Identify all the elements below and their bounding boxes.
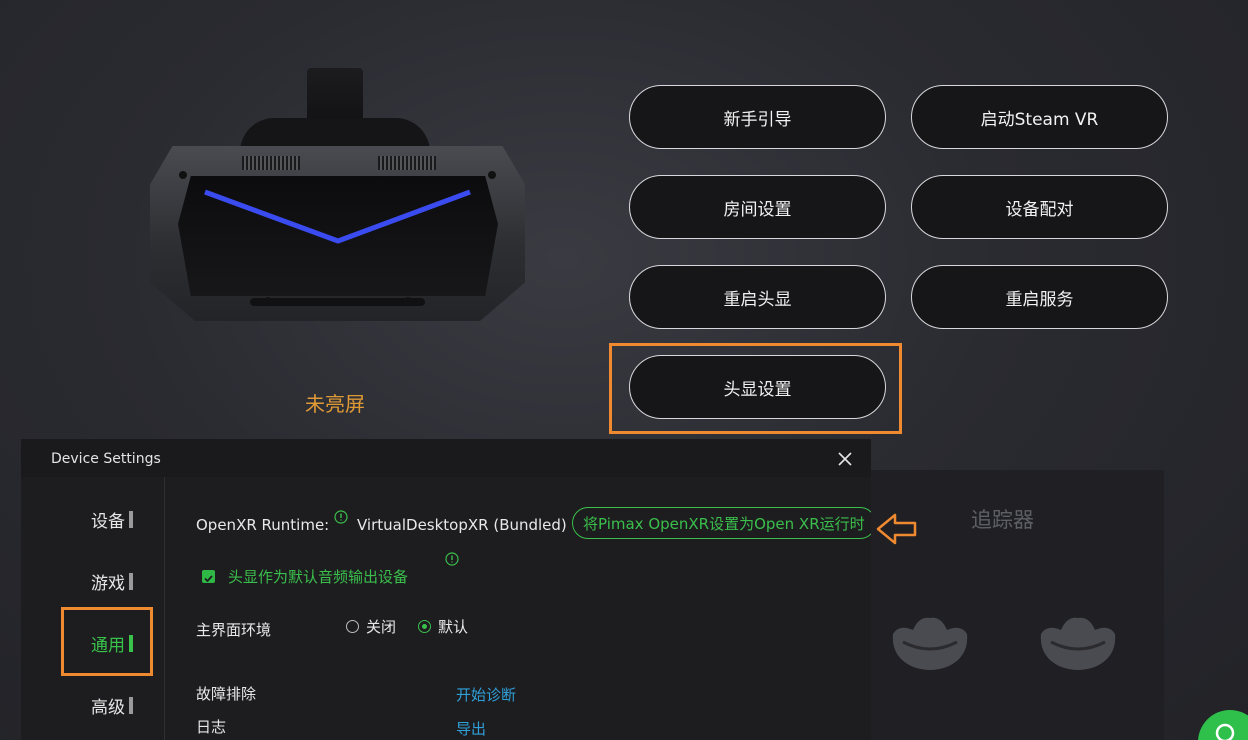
nav-item-label: 设备 — [91, 512, 125, 532]
nav-item-device[interactable]: 设备 — [91, 507, 133, 532]
headset-settings-highlight — [609, 343, 902, 434]
home-env-default-radio[interactable] — [418, 620, 431, 633]
beginner-guide-button[interactable]: 新手引导 — [629, 85, 886, 149]
close-icon[interactable] — [835, 449, 855, 469]
tracker-panel-title: 追踪器 — [971, 508, 1034, 532]
nav-item-advanced[interactable]: 高级 — [91, 693, 133, 718]
headset-bottom-strip — [250, 298, 425, 306]
device-settings-dialog: Device Settings 设备 游戏 通用 高级 OpenXR Runti… — [21, 439, 871, 740]
audio-default-label[interactable]: 头显作为默认音频输出设备 — [228, 566, 408, 587]
general-tab-highlight — [61, 607, 153, 676]
nav-item-label: 高级 — [91, 698, 125, 718]
dialog-title: Device Settings — [51, 451, 161, 467]
check-icon — [204, 575, 213, 583]
room-setup-button[interactable]: 房间设置 — [629, 175, 886, 239]
set-pimax-openxr-button[interactable]: 将Pimax OpenXR设置为Open XR运行时 — [572, 507, 871, 539]
start-steamvr-button[interactable]: 启动Steam VR — [911, 85, 1168, 149]
nav-indicator — [129, 511, 133, 528]
troubleshoot-label: 故障排除 — [196, 685, 257, 703]
headset-status-text: 未亮屏 — [305, 392, 365, 416]
arrow-left-icon — [876, 513, 917, 545]
home-env-off-radio[interactable] — [346, 620, 359, 633]
audio-default-checkbox[interactable] — [202, 570, 215, 583]
help-chat-button[interactable] — [1198, 710, 1248, 740]
info-icon[interactable] — [334, 510, 348, 524]
home-env-default-label[interactable]: 默认 — [438, 616, 468, 637]
nav-indicator — [129, 697, 133, 714]
home-environment-label: 主界面环境 — [196, 621, 272, 639]
device-pairing-button[interactable]: 设备配对 — [911, 175, 1168, 239]
export-log-link[interactable]: 导出 — [456, 718, 486, 739]
general-settings-content: OpenXR Runtime: VirtualDesktopXR (Bundle… — [196, 477, 871, 740]
restart-headset-button[interactable]: 重启头显 — [629, 265, 886, 329]
nav-item-label: 游戏 — [91, 574, 125, 594]
chat-icon — [1215, 723, 1235, 740]
tracker-icon — [892, 617, 968, 670]
headset-led-strip — [179, 171, 496, 303]
start-diagnosis-link[interactable]: 开始诊断 — [456, 684, 516, 705]
openxr-runtime-label: OpenXR Runtime: — [196, 516, 330, 534]
tracker-icon — [1040, 617, 1116, 670]
log-label: 日志 — [196, 718, 227, 736]
openxr-runtime-value: VirtualDesktopXR (Bundled) — [357, 516, 567, 534]
nav-indicator — [129, 573, 133, 590]
home-env-off-label[interactable]: 关闭 — [366, 616, 396, 637]
nav-item-games[interactable]: 游戏 — [91, 569, 133, 594]
restart-service-button[interactable]: 重启服务 — [911, 265, 1168, 329]
headset-image — [150, 68, 525, 323]
info-icon[interactable] — [445, 552, 459, 566]
